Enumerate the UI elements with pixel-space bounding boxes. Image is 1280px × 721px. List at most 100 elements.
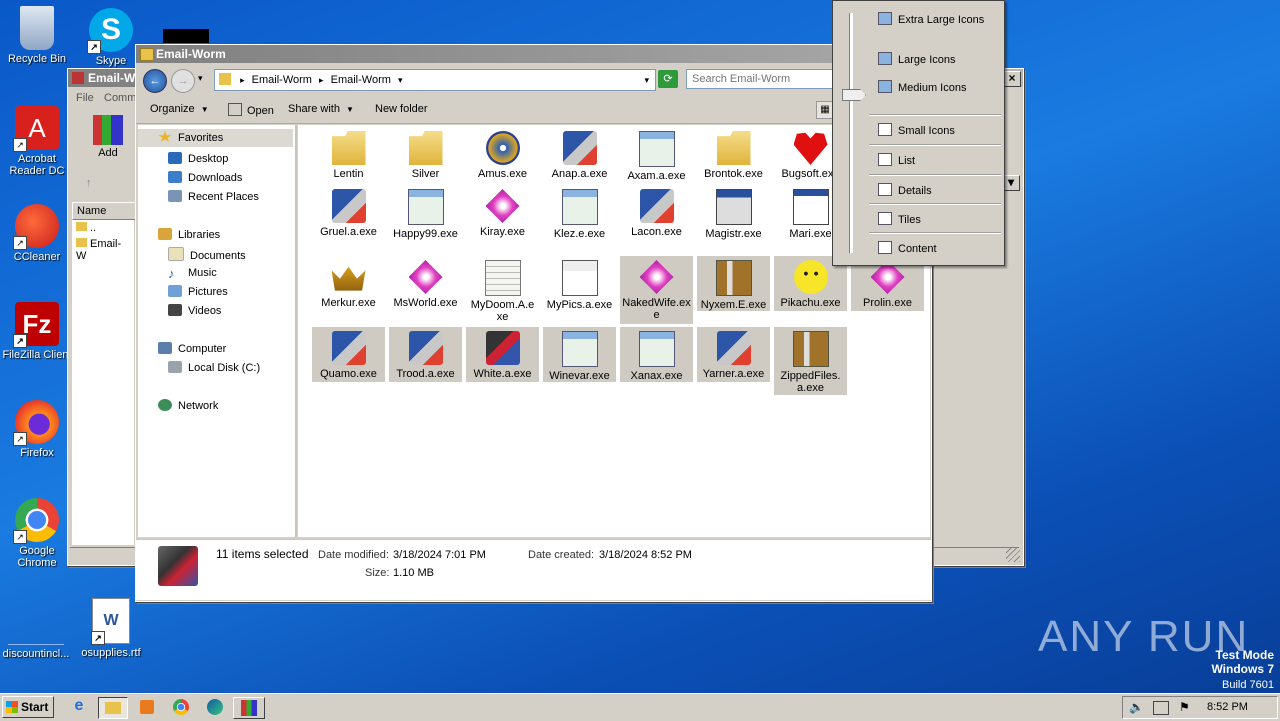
- address-dropdown-button[interactable]: ▾: [644, 70, 649, 90]
- file-item[interactable]: Lentin: [312, 127, 385, 182]
- nav-documents[interactable]: Documents: [168, 247, 246, 262]
- file-item[interactable]: Klez.e.exe: [543, 185, 616, 240]
- forward-button[interactable]: →: [171, 69, 195, 93]
- file-item[interactable]: Winevar.exe: [543, 327, 616, 382]
- view-list[interactable]: List: [878, 153, 915, 167]
- nav-favorites[interactable]: Favorites: [138, 129, 293, 147]
- list-item[interactable]: Email-W: [72, 236, 134, 264]
- file-item[interactable]: Yarner.a.exe: [697, 327, 770, 382]
- add-button[interactable]: Add: [88, 115, 128, 159]
- file-label: Quamo.exe: [320, 368, 377, 380]
- back-menu-file[interactable]: File: [76, 92, 94, 104]
- back-menu-commands[interactable]: Comm: [104, 92, 136, 104]
- menu-separator: [869, 232, 1001, 234]
- file-item[interactable]: Xanax.exe: [620, 327, 693, 382]
- file-item[interactable]: Happy99.exe: [389, 185, 462, 240]
- breadcrumb-item[interactable]: Email-Worm: [252, 74, 312, 86]
- desktop-icon-osupplies[interactable]: W ↗ osupplies.rtf: [75, 598, 147, 659]
- archive-add-icon: [93, 115, 123, 145]
- clock[interactable]: 8:52 PM: [1207, 701, 1248, 713]
- view-details[interactable]: Details: [878, 183, 932, 197]
- back-column-name[interactable]: Name: [72, 202, 138, 220]
- archiver-taskbar-icon[interactable]: [233, 697, 265, 719]
- explorer-taskbar-icon[interactable]: [98, 697, 128, 719]
- start-button[interactable]: Start: [2, 696, 54, 718]
- nav-desktop[interactable]: Desktop: [168, 152, 228, 165]
- file-label: MyDoom.A.exe: [470, 299, 535, 323]
- back-window-title: Email-W: [88, 71, 136, 85]
- open-button[interactable]: Open: [228, 103, 274, 117]
- media-player-taskbar-icon[interactable]: [136, 697, 158, 717]
- file-label: NakedWife.exe: [622, 297, 691, 321]
- nav-local-disk[interactable]: Local Disk (C:): [168, 361, 260, 374]
- file-label: Brontok.exe: [704, 168, 763, 180]
- file-item[interactable]: Brontok.exe: [697, 127, 770, 182]
- open-icon: [228, 103, 242, 116]
- nav-videos[interactable]: Videos: [168, 304, 221, 317]
- nav-pictures[interactable]: Pictures: [168, 285, 228, 298]
- nav-computer[interactable]: Computer: [158, 342, 226, 355]
- up-arrow-icon[interactable]: ↑: [86, 177, 92, 189]
- nav-music[interactable]: ♪ Music: [168, 266, 217, 281]
- desktop-icon-acrobat[interactable]: A ↗ Acrobat Reader DC: [1, 106, 73, 177]
- desktop-icon-recycle-bin[interactable]: Recycle Bin: [1, 6, 73, 65]
- organize-button[interactable]: Organize ▼: [150, 103, 209, 115]
- flag-icon[interactable]: ⚑: [1179, 700, 1190, 714]
- view-content[interactable]: Content: [878, 241, 937, 255]
- file-item[interactable]: Nyxem.E.exe: [697, 256, 770, 311]
- resize-grip[interactable]: [1006, 548, 1020, 562]
- file-item[interactable]: Axam.a.exe: [620, 127, 693, 182]
- chrome-taskbar-icon[interactable]: [170, 697, 192, 717]
- address-bar[interactable]: ▸ Email-Worm ▸ Email-Worm ▾ ▾: [214, 69, 656, 91]
- view-slider-track[interactable]: [849, 13, 853, 253]
- chrome-icon: [173, 699, 189, 715]
- file-item[interactable]: Magistr.exe: [697, 185, 770, 240]
- network-tray-icon[interactable]: [1153, 701, 1169, 715]
- back-button[interactable]: ←: [143, 69, 167, 93]
- file-item[interactable]: Anap.a.exe: [543, 127, 616, 182]
- nav-network[interactable]: Network: [158, 399, 218, 412]
- file-item[interactable]: Merkur.exe: [312, 256, 385, 311]
- desktop-icon-chrome[interactable]: ↗ Google Chrome: [1, 498, 73, 569]
- nav-libraries[interactable]: Libraries: [158, 228, 220, 241]
- file-item[interactable]: Lacon.exe: [620, 185, 693, 240]
- new-folder-button[interactable]: New folder: [375, 103, 428, 115]
- file-item[interactable]: NakedWife.exe: [620, 256, 693, 324]
- nav-downloads[interactable]: Downloads: [168, 171, 242, 184]
- desktop-icon-firefox[interactable]: ↗ Firefox: [1, 400, 73, 459]
- view-tiles[interactable]: Tiles: [878, 212, 921, 226]
- view-slider-thumb[interactable]: [842, 89, 866, 101]
- file-item[interactable]: Quamo.exe: [312, 327, 385, 382]
- file-item[interactable]: MyPics.a.exe: [543, 256, 616, 311]
- file-item[interactable]: MsWorld.exe: [389, 256, 462, 311]
- volume-icon[interactable]: 🔈: [1129, 700, 1144, 714]
- ie-taskbar-icon[interactable]: e: [68, 697, 90, 717]
- view-small-icons[interactable]: Small Icons: [878, 123, 955, 137]
- file-item[interactable]: Amus.exe: [466, 127, 539, 182]
- file-item[interactable]: White.a.exe: [466, 327, 539, 382]
- desktop-icon-discount[interactable]: discountincl...: [0, 600, 72, 660]
- file-label: Prolin.exe: [863, 297, 912, 309]
- view-medium-icons[interactable]: Medium Icons: [878, 80, 966, 94]
- desktop-icon-ccleaner[interactable]: ↗ CCleaner: [1, 204, 73, 263]
- file-item[interactable]: MyDoom.A.exe: [466, 256, 539, 323]
- share-with-button[interactable]: Share with ▼: [288, 103, 354, 115]
- refresh-button[interactable]: ⟳: [658, 70, 678, 88]
- file-item[interactable]: Gruel.a.exe: [312, 185, 385, 240]
- search-input[interactable]: [686, 69, 834, 89]
- file-item[interactable]: Silver: [389, 127, 462, 182]
- file-item[interactable]: Kiray.exe: [466, 185, 539, 240]
- file-item[interactable]: ZippedFiles.a.exe: [774, 327, 847, 395]
- black-tile: [163, 29, 209, 43]
- list-item[interactable]: ..: [72, 220, 134, 236]
- back-window-close-button[interactable]: ×: [1003, 71, 1021, 87]
- view-extra-large-icons[interactable]: Extra Large Icons: [878, 12, 984, 26]
- edge-taskbar-icon[interactable]: [204, 697, 226, 717]
- recent-pages-dropdown[interactable]: ▾: [198, 73, 203, 84]
- view-large-icons[interactable]: Large Icons: [878, 52, 955, 66]
- breadcrumb-item[interactable]: Email-Worm: [331, 74, 391, 86]
- desktop-icon-filezilla[interactable]: Fz ↗ FileZilla Client: [1, 302, 73, 361]
- file-item[interactable]: Trood.a.exe: [389, 327, 462, 382]
- explorer-window[interactable]: Email-Worm ← → ▾ ▸ Email-Worm ▸ Email-Wo…: [135, 44, 932, 602]
- nav-recent-places[interactable]: Recent Places: [168, 190, 259, 203]
